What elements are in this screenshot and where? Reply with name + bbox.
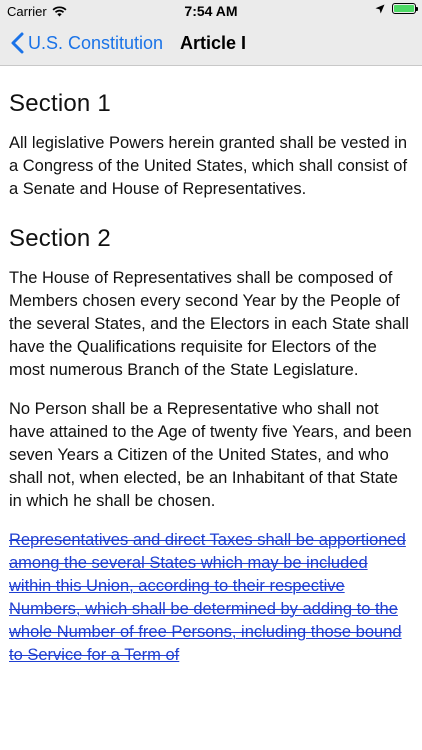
location-arrow-icon bbox=[375, 4, 385, 13]
article-content[interactable]: Section 1 All legislative Powers herein … bbox=[9, 66, 413, 683]
clock: 7:54 AM bbox=[184, 3, 238, 19]
status-bar: Carrier 7:54 AM bbox=[0, 0, 422, 22]
navigation-bar: U.S. Constitution Article I bbox=[0, 22, 422, 66]
battery-icon bbox=[392, 3, 418, 14]
back-button-label: U.S. Constitution bbox=[28, 32, 164, 53]
chevron-left-icon bbox=[11, 32, 24, 54]
repealed-paragraph-link[interactable]: Representatives and direct Taxes shall b… bbox=[9, 529, 413, 667]
section-heading: Section 1 bbox=[9, 90, 111, 117]
status-right bbox=[375, 3, 418, 14]
section-paragraph: All legislative Powers herein granted sh… bbox=[9, 134, 408, 198]
back-button[interactable]: U.S. Constitution bbox=[8, 31, 163, 55]
section-heading: Section 2 bbox=[9, 225, 111, 252]
section-paragraph: No Person shall be a Representative who … bbox=[9, 400, 412, 510]
page-title: Article I bbox=[180, 33, 247, 53]
battery-fill bbox=[394, 5, 414, 12]
section-paragraph: The House of Representatives shall be co… bbox=[9, 269, 409, 379]
